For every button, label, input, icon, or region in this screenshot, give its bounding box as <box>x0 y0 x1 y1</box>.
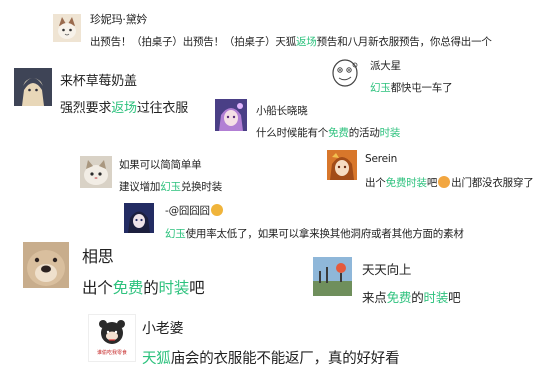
comment-text-segment: 吧 <box>448 290 461 305</box>
keyword-highlight: 幻玉 <box>160 181 181 193</box>
avatar[interactable]: 谁偷吃我零食 <box>88 314 136 362</box>
anime-avatar-icon <box>327 150 357 180</box>
avatar[interactable] <box>329 56 361 88</box>
comment-text-segment: 的 <box>143 279 159 297</box>
sketch-face-avatar-icon <box>329 56 361 88</box>
avatar[interactable] <box>23 242 69 288</box>
avatar-caption: 谁偷吃我零食 <box>96 350 127 356</box>
keyword-highlight: 免费 <box>112 279 144 297</box>
comment-text-segment: 的活动 <box>348 127 380 139</box>
comment-text-segment: 建议增加 <box>119 181 161 193</box>
avatar[interactable] <box>80 156 112 188</box>
keyword-highlight: 返场 <box>296 36 317 48</box>
comment-author[interactable]: -@囧囧囧 <box>165 203 224 218</box>
comment-text-segment: 都快屯一车了 <box>390 82 453 94</box>
avatar[interactable] <box>124 203 154 233</box>
comment-text-segment: 吧 <box>426 177 438 189</box>
comment-text-segment: 出个 <box>82 279 113 297</box>
comment-text-segment: 使用率太低了，如果可以拿来换其他洞府或者其他方面的素材 <box>185 228 464 240</box>
comment-text: 幻玉使用率太低了，如果可以拿来换其他洞府或者其他方面的素材 <box>165 226 464 241</box>
comment-author[interactable]: 相思 <box>82 243 114 267</box>
comment-author[interactable]: 小船长晓晓 <box>256 103 308 118</box>
keyword-highlight: 时装 <box>158 279 190 297</box>
comment-text-segment: 吧 <box>189 279 205 297</box>
comment-author-label: -@囧囧囧 <box>165 205 210 217</box>
keyword-highlight: 免费 <box>386 290 412 305</box>
comment-text-segment: 兑换时装 <box>180 181 223 193</box>
keyword-highlight: 免费 <box>385 177 407 189</box>
keyword-highlight: 时装 <box>406 177 427 189</box>
dog-avatar-icon <box>23 242 69 288</box>
comment-text-segment: 过往衣服 <box>136 101 189 116</box>
avatar[interactable] <box>215 99 247 131</box>
comment-text-segment: 来点 <box>362 290 387 305</box>
grimace-emoji-icon <box>438 176 451 188</box>
keyword-highlight: 幻玉 <box>370 82 391 94</box>
comment-text: 出个免费时装吧 出门都没衣服穿了 <box>365 175 534 190</box>
comment-text-segment: 庙会的衣服能不能返厂，真的好好看 <box>170 351 400 367</box>
avatar[interactable] <box>53 14 81 42</box>
anime-avatar-icon <box>14 68 52 106</box>
comment-text: 出个免费的时装吧 <box>82 276 205 298</box>
avatar[interactable] <box>313 257 352 296</box>
comment-text-segment: 出门都没衣服穿了 <box>451 177 534 189</box>
keyword-highlight: 时装 <box>423 290 449 305</box>
landscape-avatar-icon <box>313 257 352 296</box>
keyword-highlight: 返场 <box>111 101 137 116</box>
comment-text-segment: 预告和八月新衣服预告，你总得出一个 <box>316 36 492 48</box>
anime-avatar-icon <box>215 99 247 131</box>
cat-avatar-icon <box>80 156 112 188</box>
cat-avatar-icon <box>53 14 81 42</box>
comment-text-segment: 出预告！（拍桌子）出预告！（拍桌子）天狐 <box>90 36 296 48</box>
comment-text: 来点免费的时装吧 <box>362 287 461 306</box>
avatar[interactable] <box>14 68 52 106</box>
avatar[interactable] <box>327 150 357 180</box>
comment-text-segment: 的 <box>411 290 424 305</box>
comment-author[interactable]: 派大星 <box>370 58 401 73</box>
keyword-highlight: 免费 <box>328 127 349 139</box>
sunglasses-emoji-icon <box>210 204 223 216</box>
comment-author[interactable]: 小老婆 <box>142 318 184 338</box>
comment-text: 天狐庙会的衣服能不能返厂，真的好好看 <box>142 347 400 368</box>
comment-author[interactable]: 珍妮玛·黛妗 <box>90 11 147 27</box>
comment-author[interactable]: 天天向上 <box>362 259 411 278</box>
comment-text: 什么时候能有个免费的活动时装 <box>256 125 400 140</box>
keyword-highlight: 幻玉 <box>165 228 186 240</box>
anime-avatar-icon <box>124 203 154 233</box>
comment-text-segment: 强烈要求 <box>60 101 112 116</box>
comment-text: 幻玉都快屯一车了 <box>370 80 453 95</box>
keyword-highlight: 天狐 <box>142 351 171 367</box>
comment-author[interactable]: 如果可以简简单单 <box>119 157 202 172</box>
comment-text: 建议增加幻玉兑换时装 <box>119 179 222 194</box>
comment-text: 强烈要求返场过往衣服 <box>60 97 188 116</box>
comment-author[interactable]: 来杯草莓奶盖 <box>60 70 137 89</box>
cartoon-avatar-icon <box>89 315 135 349</box>
comment-text-segment: 出个 <box>365 177 386 189</box>
keyword-highlight: 时装 <box>379 127 401 139</box>
comment-author[interactable]: Serein <box>365 153 397 165</box>
comment-text-segment: 什么时候能有个 <box>256 127 329 139</box>
comment-text: 出预告！（拍桌子）出预告！（拍桌子）天狐返场预告和八月新衣服预告，你总得出一个 <box>90 34 492 49</box>
